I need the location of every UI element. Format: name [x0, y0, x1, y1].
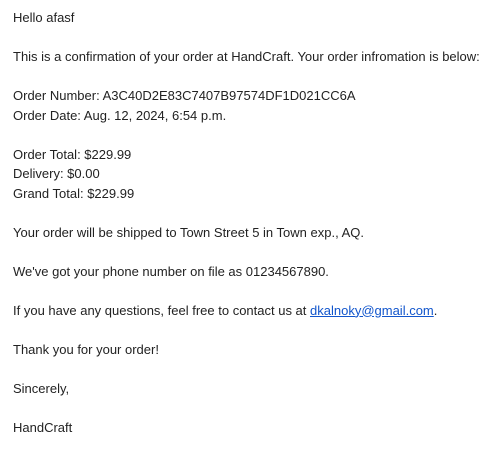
shipping-address: Your order will be shipped to Town Stree… [13, 224, 364, 240]
order-number: Order Number: A3C40D2E83C7407B97574DF1D0… [13, 88, 356, 103]
greeting: Hello afasf [13, 10, 75, 25]
intro-text: This is a confirmation of your order at … [13, 49, 480, 64]
contact-email-link[interactable]: dkalnoky@gmail.com [310, 303, 434, 318]
closing-text: Sincerely, [13, 380, 70, 396]
order-date: Order Date: Aug. 12, 2024, 6:54 p.m. [13, 107, 227, 123]
order-info: Order Number: A3C40D2E83C7407B97574DF1D0… [13, 86, 494, 125]
email-body: Hello afasf This is a confirmation of yo… [0, 0, 494, 437]
order-totals: Order Total: $229.99 Delivery: $0.00 Gra… [13, 145, 494, 204]
contact-suffix: . [433, 302, 438, 318]
delivery-cost: Delivery: $0.00 [13, 166, 100, 181]
phone-number: We've got your phone number on file as 0… [13, 263, 329, 279]
signature: HandCraft [13, 419, 73, 435]
thanks-text: Thank you for your order! [13, 341, 159, 357]
order-total: Order Total: $229.99 [13, 146, 132, 162]
contact-prefix: If you have any questions, feel free to … [13, 302, 311, 318]
grand-total: Grand Total: $229.99 [13, 185, 135, 201]
contact-line: If you have any questions, feel free to … [13, 301, 494, 321]
